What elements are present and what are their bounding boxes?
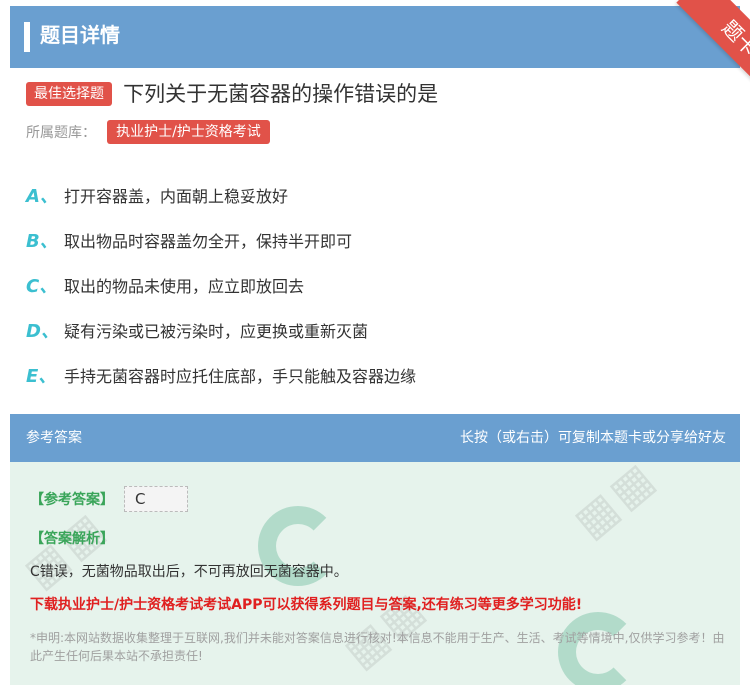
library-label: 所属题库： [26, 125, 96, 141]
ribbon-label: 题卡 [676, 0, 750, 90]
watermark-glyph: ▦▦ [14, 500, 117, 599]
library-tag[interactable]: 执业护士/护士资格考试 [107, 120, 270, 144]
header-band: 题目详情 [10, 6, 740, 68]
answer-header-title: 参考答案 [26, 430, 82, 446]
option-c[interactable]: C、 取出的物品未使用，应立即放回去 [26, 262, 726, 307]
option-letter: B、 [26, 230, 58, 252]
app-download-link[interactable]: 下载执业护士/护士资格考试考试APP可以获得系列题目与答案,还有练习等更多学习功… [30, 594, 582, 614]
analysis-label: 【答案解析】 [30, 531, 114, 547]
option-letter: C、 [26, 275, 58, 297]
question-type-badge: 最佳选择题 [26, 82, 112, 106]
reference-answer-value: C [124, 486, 188, 512]
options-list: A、 打开容器盖，内面朝上稳妥放好 B、 取出物品时容器盖勿全开，保持半开即可 … [26, 172, 726, 397]
option-letter: E、 [26, 365, 57, 387]
watermark-glyph: ▦▦ [564, 450, 667, 549]
corner-ribbon: 题卡 [640, 0, 750, 90]
option-e[interactable]: E、 手持无菌容器时应托住底部，手只能触及容器边缘 [26, 352, 726, 397]
header-accent-bar [24, 22, 30, 52]
answer-panel: ▦▦ ▦▦ ▦▦ 参考答案 长按（或右击）可复制本题卡或分享给好友 【参考答案】… [10, 414, 740, 685]
option-letter: A、 [26, 185, 58, 207]
reference-answer-row: 【参考答案】 C [30, 486, 188, 512]
question-text: 下列关于无菌容器的操作错误的是 [123, 82, 439, 106]
option-text: 疑有污染或已被污染时，应更换或重新灭菌 [64, 321, 369, 341]
question-row: 最佳选择题 下列关于无菌容器的操作错误的是 [26, 80, 726, 108]
share-hint[interactable]: 长按（或右击）可复制本题卡或分享给好友 [460, 428, 726, 448]
disclaimer: *申明:本网站数据收集整理于互联网,我们并未能对答案信息进行核对!本信息不能用于… [30, 631, 725, 663]
analysis-text: C错误，无菌物品取出后，不可再放回无菌容器中。 [30, 564, 348, 580]
library-row: 所属题库： 执业护士/护士资格考试 [26, 120, 270, 146]
option-text: 取出的物品未使用，应立即放回去 [64, 276, 305, 296]
option-text: 打开容器盖，内面朝上稳妥放好 [64, 186, 289, 206]
answer-header: 参考答案 长按（或右击）可复制本题卡或分享给好友 [10, 414, 740, 462]
option-text: 手持无菌容器时应托住底部，手只能触及容器边缘 [64, 366, 417, 386]
option-text: 取出物品时容器盖勿全开，保持半开即可 [64, 231, 353, 251]
reference-answer-label: 【参考答案】 [30, 492, 114, 508]
option-a[interactable]: A、 打开容器盖，内面朝上稳妥放好 [26, 172, 726, 217]
option-d[interactable]: D、 疑有污染或已被污染时，应更换或重新灭菌 [26, 307, 726, 352]
option-letter: D、 [26, 320, 59, 342]
option-b[interactable]: B、 取出物品时容器盖勿全开，保持半开即可 [26, 217, 726, 262]
page-title: 题目详情 [40, 23, 120, 47]
